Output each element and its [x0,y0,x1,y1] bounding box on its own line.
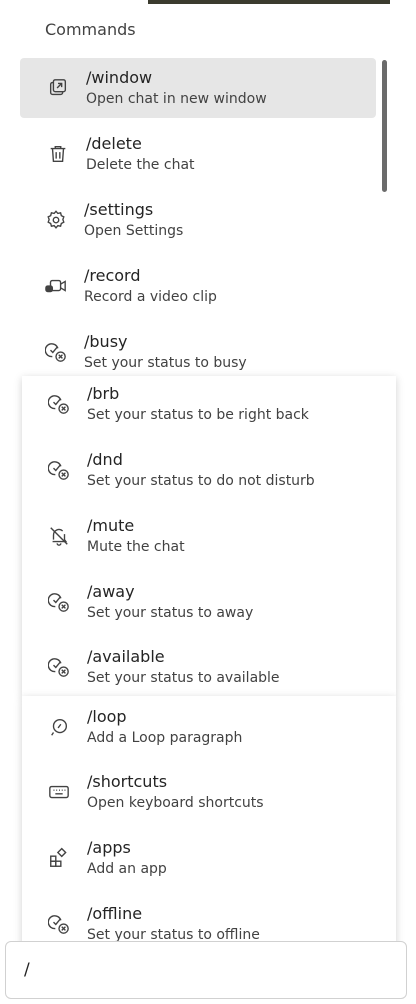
command-item-delete[interactable]: /delete Delete the chat [47,124,377,184]
video-icon [45,275,67,297]
scrollbar-thumb[interactable] [382,60,387,192]
command-name: /mute [87,516,135,535]
command-description: Record a video clip [84,289,217,305]
command-description: Open chat in new window [86,91,267,107]
command-description: Open keyboard shortcuts [87,795,264,811]
loop-icon [48,716,70,738]
message-composer[interactable]: / [5,941,407,999]
command-item-busy[interactable]: /busy Set your status to busy [45,322,375,382]
command-name: /offline [87,904,143,923]
command-description: Set your status to be right back [87,407,309,423]
command-description: Mute the chat [87,539,185,555]
command-item-apps[interactable]: /apps Add an app [48,828,378,888]
command-item-away[interactable]: /away Set your status to away [48,572,378,632]
command-description: Delete the chat [86,157,195,173]
background-image-strip [148,0,390,4]
command-description: Set your status to available [87,670,280,686]
command-name: /window [86,68,153,87]
command-description: Open Settings [84,223,184,239]
command-name: /record [84,266,141,285]
keyboard-icon [48,781,70,803]
command-name: /settings [84,200,154,219]
status-icon [48,459,70,481]
command-item-available[interactable]: /available Set your status to available [48,637,378,697]
command-item-brb[interactable]: /brb Set your status to be right back [48,374,378,434]
command-name: /brb [87,384,120,403]
apps-icon [48,847,70,869]
status-icon [48,393,70,415]
command-item-loop[interactable]: /loop Add a Loop paragraph [48,697,378,757]
command-item-settings[interactable]: /settings Open Settings [45,190,375,250]
command-name: /loop [87,707,127,726]
command-name: /away [87,582,135,601]
command-description: Set your status to busy [84,355,247,371]
command-name: /dnd [87,450,123,469]
command-item-shortcuts[interactable]: /shortcuts Open keyboard shortcuts [48,762,378,822]
command-name: /busy [84,332,128,351]
command-name: /apps [87,838,131,857]
command-description: Add a Loop paragraph [87,730,243,746]
popout-icon [47,77,69,99]
gear-icon [45,209,67,231]
command-item-record[interactable]: /record Record a video clip [45,256,375,316]
command-item-dnd[interactable]: /dnd Set your status to do not disturb [48,440,378,500]
command-item-mute[interactable]: /mute Mute the chat [48,506,378,566]
status-icon [48,591,70,613]
command-description: Set your status to away [87,605,254,621]
status-icon [45,341,67,363]
command-name: /delete [86,134,142,153]
command-name: /available [87,647,165,666]
trash-icon [47,143,69,165]
command-item-window[interactable]: /window Open chat in new window [20,58,376,118]
commands-heading: Commands [45,20,136,39]
command-description: Set your status to do not disturb [87,473,315,489]
status-icon [48,656,70,678]
bell-off-icon [48,525,70,547]
status-icon [48,913,70,935]
command-name: /shortcuts [87,772,168,791]
composer-input-text[interactable]: / [24,960,30,980]
command-description: Add an app [87,861,167,877]
